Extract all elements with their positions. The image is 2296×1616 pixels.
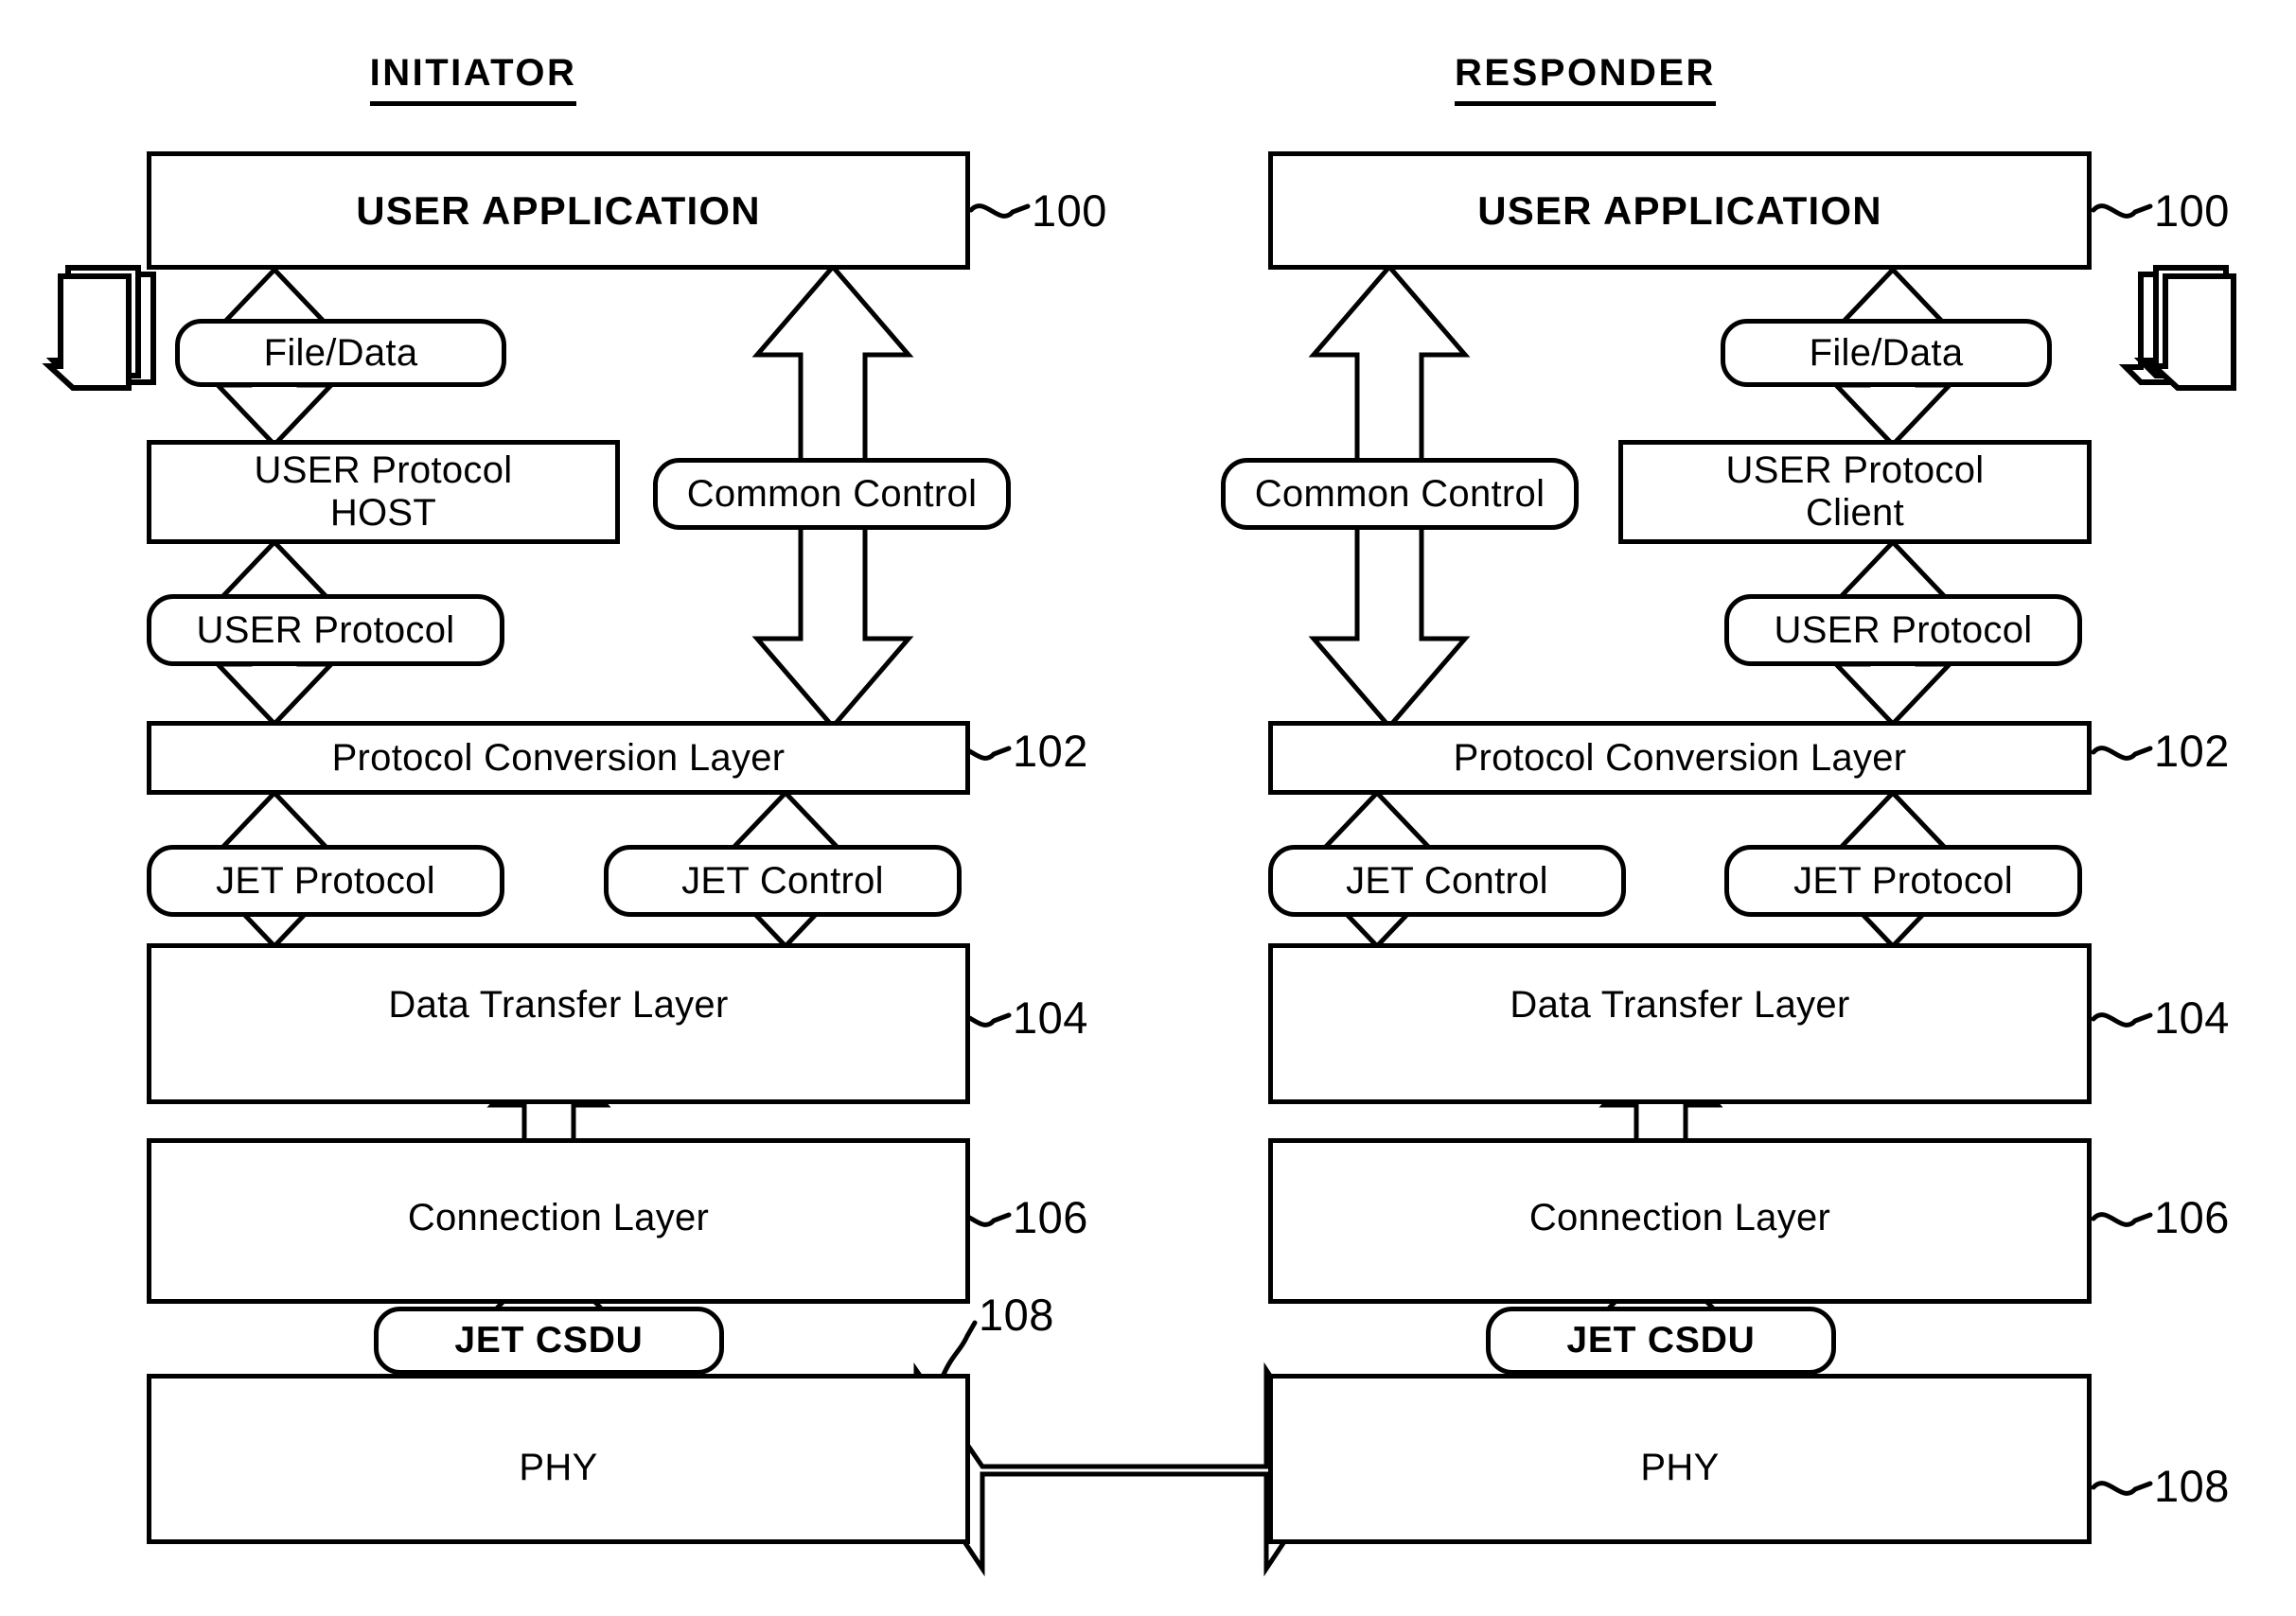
box-initiator-user-protocol-host[interactable]: USER Protocol HOST bbox=[147, 440, 620, 544]
box-responder-connection-layer[interactable]: Connection Layer bbox=[1268, 1138, 2092, 1304]
leader-responder-104 bbox=[2091, 1012, 2153, 1028]
box-initiator-phy[interactable]: PHY bbox=[147, 1374, 970, 1544]
ref-initiator-104: 104 bbox=[1013, 992, 1088, 1043]
ref-initiator-106: 106 bbox=[1013, 1192, 1088, 1242]
box-initiator-common-control-label: Common Control bbox=[686, 472, 978, 515]
box-responder-connection-layer-label: Connection Layer bbox=[1528, 1197, 1831, 1238]
box-initiator-user-application-label: USER APPLICATION bbox=[356, 187, 761, 233]
box-initiator-connection-layer[interactable]: Connection Layer bbox=[147, 1138, 970, 1304]
leader-responder-102 bbox=[2091, 746, 2153, 761]
ref-responder-100: 100 bbox=[2154, 185, 2230, 236]
ref-responder-102: 102 bbox=[2154, 726, 2230, 776]
box-initiator-user-protocol-host-line1: USER Protocol bbox=[254, 449, 513, 492]
leader-responder-108 bbox=[2091, 1481, 2153, 1496]
box-responder-jet-protocol[interactable]: JET Protocol bbox=[1724, 845, 2082, 917]
leader-responder-100 bbox=[2091, 203, 2153, 219]
ref-responder-106: 106 bbox=[2154, 1192, 2230, 1242]
box-responder-jet-csdu[interactable]: JET CSDU bbox=[1486, 1307, 1836, 1375]
box-initiator-protocol-conversion-layer-label: Protocol Conversion Layer bbox=[331, 736, 786, 779]
box-initiator-user-application[interactable]: USER APPLICATION bbox=[147, 151, 970, 270]
box-initiator-phy-label: PHY bbox=[519, 1447, 598, 1488]
figure-canvas: INITIATOR RESPONDER USER APPLICATION Fil… bbox=[0, 0, 2296, 1616]
box-responder-protocol-conversion-layer-label: Protocol Conversion Layer bbox=[1453, 736, 1907, 779]
box-initiator-jet-csdu[interactable]: JET CSDU bbox=[374, 1307, 724, 1375]
ref-initiator-108: 108 bbox=[979, 1290, 1054, 1340]
box-initiator-connection-layer-label: Connection Layer bbox=[407, 1197, 710, 1238]
column-header-responder-label: RESPONDER bbox=[1455, 52, 1716, 106]
box-initiator-jet-protocol-label: JET Protocol bbox=[216, 859, 435, 902]
box-responder-common-control-label: Common Control bbox=[1254, 472, 1545, 515]
column-header-responder: RESPONDER bbox=[1382, 52, 1789, 106]
box-initiator-user-protocol[interactable]: USER Protocol bbox=[147, 594, 504, 666]
box-initiator-user-protocol-label: USER Protocol bbox=[196, 608, 455, 651]
column-header-initiator: INITIATOR bbox=[293, 52, 653, 106]
box-responder-file-data-label: File/Data bbox=[1809, 331, 1964, 374]
ref-initiator-100: 100 bbox=[1032, 185, 1107, 236]
box-responder-jet-csdu-label: JET CSDU bbox=[1566, 1320, 1756, 1361]
box-responder-phy-label: PHY bbox=[1640, 1447, 1720, 1488]
box-responder-common-control[interactable]: Common Control bbox=[1221, 458, 1579, 530]
box-initiator-common-control[interactable]: Common Control bbox=[653, 458, 1011, 530]
box-responder-phy[interactable]: PHY bbox=[1268, 1374, 2092, 1544]
box-responder-user-application[interactable]: USER APPLICATION bbox=[1268, 151, 2092, 270]
ref-responder-104: 104 bbox=[2154, 992, 2230, 1043]
box-responder-protocol-conversion-layer[interactable]: Protocol Conversion Layer bbox=[1268, 721, 2092, 795]
box-initiator-file-data-label: File/Data bbox=[263, 331, 418, 374]
box-responder-user-protocol-client[interactable]: USER Protocol Client bbox=[1618, 440, 2092, 544]
box-responder-user-application-label: USER APPLICATION bbox=[1477, 187, 1882, 233]
leader-responder-106 bbox=[2091, 1212, 2153, 1227]
box-responder-file-data[interactable]: File/Data bbox=[1721, 319, 2052, 387]
leader-initiator-100 bbox=[968, 203, 1031, 219]
box-initiator-jet-csdu-label: JET CSDU bbox=[454, 1320, 644, 1361]
ref-initiator-102: 102 bbox=[1013, 726, 1088, 776]
box-initiator-protocol-conversion-layer[interactable]: Protocol Conversion Layer bbox=[147, 721, 970, 795]
box-responder-user-protocol-client-line2: Client bbox=[1805, 492, 1905, 534]
box-initiator-jet-control-label: JET Control bbox=[681, 859, 884, 902]
box-initiator-data-transfer-layer-label: Data Transfer Layer bbox=[388, 984, 729, 1026]
box-responder-user-protocol-client-line1: USER Protocol bbox=[1725, 449, 1985, 492]
box-responder-jet-control[interactable]: JET Control bbox=[1268, 845, 1626, 917]
box-responder-jet-protocol-label: JET Protocol bbox=[1793, 859, 2013, 902]
column-header-initiator-label: INITIATOR bbox=[369, 52, 577, 106]
box-initiator-jet-control[interactable]: JET Control bbox=[604, 845, 962, 917]
document-stack-icon-initiator bbox=[42, 265, 156, 391]
box-responder-data-transfer-layer[interactable]: Data Transfer Layer bbox=[1268, 943, 2092, 1104]
box-responder-data-transfer-layer-label: Data Transfer Layer bbox=[1510, 984, 1850, 1026]
box-responder-jet-control-label: JET Control bbox=[1346, 859, 1548, 902]
box-initiator-user-protocol-host-line2: HOST bbox=[329, 492, 437, 534]
ref-responder-108: 108 bbox=[2154, 1461, 2230, 1511]
document-stack-icon-responder bbox=[2118, 265, 2236, 391]
box-initiator-data-transfer-layer[interactable]: Data Transfer Layer bbox=[147, 943, 970, 1104]
box-responder-user-protocol-label: USER Protocol bbox=[1774, 608, 2033, 651]
box-initiator-jet-protocol[interactable]: JET Protocol bbox=[147, 845, 504, 917]
box-initiator-file-data[interactable]: File/Data bbox=[175, 319, 506, 387]
box-responder-user-protocol[interactable]: USER Protocol bbox=[1724, 594, 2082, 666]
